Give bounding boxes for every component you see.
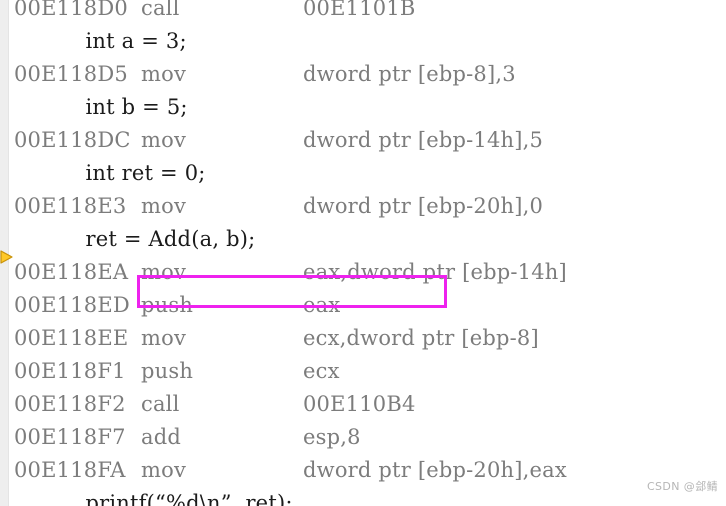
instruction-operands: eax bbox=[303, 293, 341, 317]
instruction-address: 00E118F1 bbox=[14, 359, 126, 383]
source-line[interactable]: printf(“%d\n”, ret); bbox=[0, 487, 726, 506]
instruction-line[interactable]: 00E118E3 mov dword ptr [ebp-20h],0 bbox=[0, 190, 726, 223]
instruction-mnemonic: mov bbox=[141, 194, 187, 218]
instruction-operands: dword ptr [ebp-20h],0 bbox=[303, 194, 544, 218]
instruction-operands: eax,dword ptr [ebp-14h] bbox=[303, 260, 567, 284]
instruction-line-current[interactable]: 00E118EA mov eax,dword ptr [ebp-14h] bbox=[0, 256, 726, 289]
instruction-line[interactable]: 00E118F1 push ecx bbox=[0, 355, 726, 388]
instruction-mnemonic: mov bbox=[141, 128, 187, 152]
instruction-line[interactable]: 00E118DC mov dword ptr [ebp-14h],5 bbox=[0, 124, 726, 157]
instruction-address: 00E118E3 bbox=[14, 194, 127, 218]
instruction-mnemonic: call bbox=[141, 392, 180, 416]
instruction-operands: 00E110B4 bbox=[303, 392, 416, 416]
instruction-address: 00E118EA bbox=[14, 260, 129, 284]
instruction-line[interactable]: 00E118ED push eax bbox=[0, 289, 726, 322]
instruction-mnemonic: mov bbox=[141, 326, 187, 350]
instruction-mnemonic: push bbox=[141, 359, 194, 383]
source-line[interactable]: ret = Add(a, b); bbox=[0, 223, 726, 256]
instruction-address: 00E118D0 bbox=[14, 0, 128, 20]
instruction-pointer-arrow bbox=[0, 249, 14, 264]
instruction-operands: esp,8 bbox=[303, 425, 361, 449]
instruction-operands: 00E1101B bbox=[303, 0, 416, 20]
instruction-line[interactable]: 00E118EE mov ecx,dword ptr [ebp-8] bbox=[0, 322, 726, 355]
instruction-address: 00E118FA bbox=[14, 458, 126, 482]
source-line[interactable]: int ret = 0; bbox=[0, 157, 726, 190]
source-line-text: int ret = 0; bbox=[58, 161, 206, 185]
source-line-text: printf(“%d\n”, ret); bbox=[58, 491, 293, 506]
instruction-line[interactable]: 00E118F7 add esp,8 bbox=[0, 421, 726, 454]
instruction-address: 00E118F2 bbox=[14, 392, 126, 416]
source-line-text: ret = Add(a, b); bbox=[58, 227, 256, 251]
instruction-operands: ecx,dword ptr [ebp-8] bbox=[303, 326, 539, 350]
source-line[interactable]: int b = 5; bbox=[0, 91, 726, 124]
instruction-address: 00E118F7 bbox=[14, 425, 126, 449]
instruction-line[interactable]: 00E118D0 call 00E1101B bbox=[0, 0, 726, 25]
instruction-mnemonic: mov bbox=[141, 62, 187, 86]
source-line[interactable]: int a = 3; bbox=[0, 25, 726, 58]
instruction-line[interactable]: 00E118F2 call 00E110B4 bbox=[0, 388, 726, 421]
source-line-text: int b = 5; bbox=[58, 95, 188, 119]
instruction-mnemonic: add bbox=[141, 425, 182, 449]
instruction-address: 00E118D5 bbox=[14, 62, 128, 86]
instruction-operands: dword ptr [ebp-8],3 bbox=[303, 62, 516, 86]
source-line-text: int a = 3; bbox=[58, 29, 187, 53]
csdn-watermark: CSDN @郐鲭 bbox=[646, 480, 718, 493]
disassembly-view[interactable]: 00E118D0 call 00E1101B int a = 3; 00E118D5 m… bbox=[0, 0, 726, 506]
instruction-address: 00E118DC bbox=[14, 128, 131, 152]
instruction-mnemonic: push bbox=[141, 293, 194, 317]
instruction-line[interactable]: 00E118D5 mov dword ptr [ebp-8],3 bbox=[0, 58, 726, 91]
instruction-address: 00E118EE bbox=[14, 326, 129, 350]
instruction-line[interactable]: 00E118FA mov dword ptr [ebp-20h],eax bbox=[0, 454, 726, 487]
instruction-operands: dword ptr [ebp-20h],eax bbox=[303, 458, 567, 482]
instruction-operands: dword ptr [ebp-14h],5 bbox=[303, 128, 544, 152]
instruction-mnemonic: mov bbox=[141, 260, 187, 284]
instruction-address: 00E118ED bbox=[14, 293, 130, 317]
instruction-mnemonic: mov bbox=[141, 458, 187, 482]
instruction-operands: ecx bbox=[303, 359, 340, 383]
instruction-mnemonic: call bbox=[141, 0, 180, 20]
code-listing[interactable]: 00E118D0 call 00E1101B int a = 3; 00E118D5 m… bbox=[0, 0, 726, 506]
